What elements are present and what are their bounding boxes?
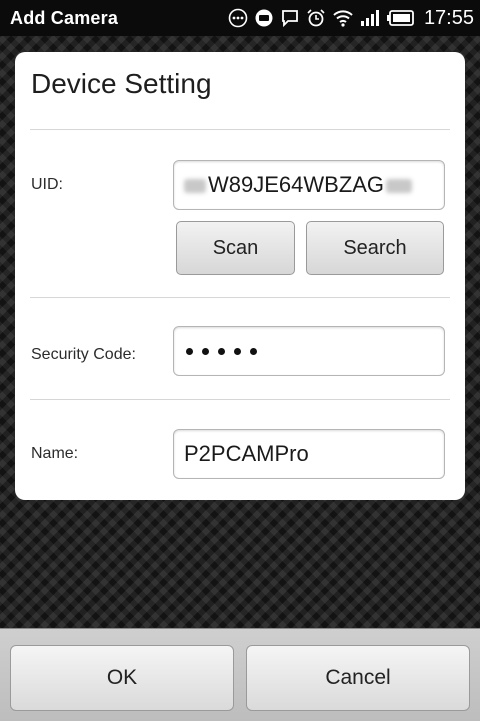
clock: 17:55 (423, 6, 474, 29)
scan-button[interactable]: Scan (176, 221, 295, 275)
security-code-label: Security Code: (31, 346, 136, 363)
name-value: P2PCAMPro (184, 441, 309, 466)
uid-label: UID: (31, 176, 63, 193)
name-field[interactable]: P2PCAMPro (173, 429, 445, 479)
redacted-blur (386, 179, 413, 194)
uid-field[interactable]: W89JE64WBZAG (173, 160, 445, 210)
search-button[interactable]: Search (306, 221, 444, 275)
message-icon (280, 8, 300, 28)
cancel-button[interactable]: Cancel (246, 645, 470, 711)
bottom-action-bar: OK Cancel (0, 628, 480, 721)
security-code-field[interactable] (173, 326, 445, 376)
device-setting-dialog: Device Setting UID: W89JE64WBZAG Scan Se… (15, 52, 465, 500)
signal-icon (360, 8, 380, 28)
status-icons: 17:55 (228, 7, 474, 30)
name-label: Name: (31, 445, 79, 462)
battery-icon (386, 8, 414, 28)
redacted-blur (184, 179, 206, 194)
divider (30, 129, 450, 130)
divider (30, 297, 450, 298)
alarm-icon (306, 8, 326, 28)
ok-button[interactable]: OK (10, 645, 234, 711)
password-dots (174, 347, 257, 355)
wifi-icon (332, 8, 354, 28)
uid-value: W89JE64WBZAG (208, 172, 385, 197)
dialog-title: Device Setting (31, 68, 212, 99)
status-bar: Add Camera 17:55 (0, 0, 480, 36)
more-icon (228, 8, 248, 28)
divider (30, 399, 450, 400)
chat-bubble-icon (254, 8, 274, 28)
app-title: Add Camera (10, 7, 119, 28)
